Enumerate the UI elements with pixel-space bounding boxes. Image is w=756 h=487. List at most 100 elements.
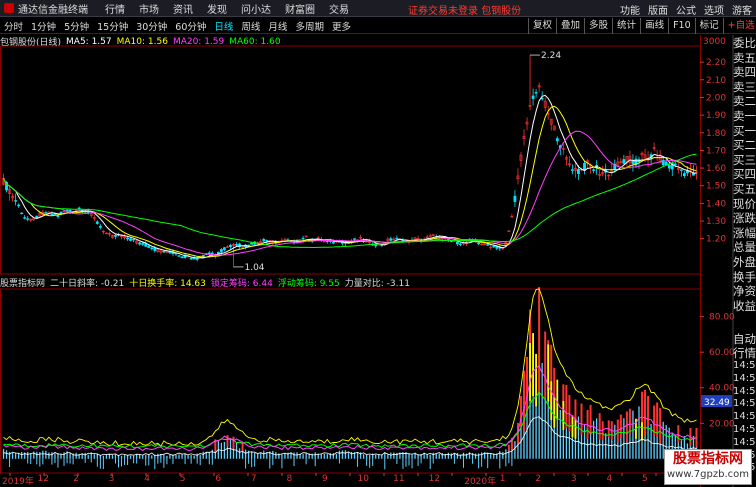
locked-line: [3, 364, 697, 452]
watermark-url: www.7gpzb.com: [667, 469, 749, 480]
candle-body: [331, 242, 335, 244]
candle-body: [141, 243, 145, 245]
candle-body: [682, 173, 686, 177]
candle-body: [456, 241, 459, 245]
ind-tick-3: 60.00: [709, 348, 735, 358]
quote-label-0: 委比: [733, 36, 756, 50]
x-label-3: 3: [108, 474, 115, 484]
candle-body: [679, 169, 683, 171]
candle-body: [219, 249, 223, 253]
x-label-5: 5: [179, 474, 186, 484]
tick-time-6: 14:56: [733, 411, 756, 423]
ind-tick-1: 20.00: [709, 419, 735, 429]
tick-time-3: 14:56: [733, 372, 756, 384]
candle-body: [195, 258, 199, 260]
quote-label-18: 收益: [733, 298, 756, 313]
quote-label-17: 净资: [733, 284, 756, 299]
ind-tick-4: 80.00: [709, 313, 735, 323]
candle-body: [95, 221, 99, 224]
x-label-18: 5: [642, 474, 648, 484]
quote-label-15: 外盘: [733, 254, 756, 269]
candle-body: [150, 247, 154, 250]
price-tick-7: 1.90: [706, 111, 726, 121]
candle-body: [395, 237, 399, 240]
candle-body: [162, 250, 166, 253]
candle-body: [189, 257, 193, 260]
candle-body: [147, 245, 151, 248]
chart-canvas[interactable]: 3000 1.20 1.30 1.40 1.50 1.60 1.70 1.80 1.90 2.00…: [0, 0, 756, 487]
x-label-1: 12: [37, 474, 49, 484]
x-label-8: 8: [286, 474, 293, 484]
candle-body: [577, 168, 580, 175]
price-tick-9: 2.10: [706, 76, 726, 86]
candle-body: [486, 244, 490, 246]
candle-body: [250, 242, 254, 245]
candle-body: [59, 211, 63, 214]
candle-body: [180, 256, 184, 258]
candle-body: [17, 204, 21, 207]
quote-label-5: 卖一: [733, 108, 756, 123]
candle-body: [380, 244, 384, 247]
candle-body: [210, 252, 214, 255]
candle-body: [56, 215, 60, 218]
x-label-2: 2: [73, 474, 79, 484]
price-tick-4: 1.60: [706, 164, 726, 174]
candle-body: [26, 218, 30, 220]
price-tick-6: 1.80: [706, 129, 726, 139]
x-label-9: 9: [322, 474, 328, 484]
candle-body: [20, 212, 24, 215]
ind-tick-2: 40.00: [709, 384, 735, 394]
candle-body: [583, 162, 586, 171]
price-tick-3: 1.50: [706, 182, 726, 192]
candle-body: [477, 242, 481, 245]
ma20-line: [3, 130, 697, 256]
candle-body: [35, 215, 39, 218]
quote-label-4: 卖二: [733, 94, 756, 109]
quote-label-16: 换手: [733, 269, 756, 284]
indicator-readout: 32.49: [704, 398, 730, 408]
candle-body: [144, 243, 148, 247]
x-label-4: 4: [144, 474, 150, 484]
annotation-label-1: 1.04: [244, 263, 264, 273]
candle-body: [44, 212, 48, 214]
price-tick-2: 1.40: [706, 199, 726, 209]
candle-body: [534, 92, 538, 94]
candle-body: [571, 169, 574, 171]
candle-body: [98, 225, 102, 228]
x-label-13: 2020年: [464, 477, 497, 487]
quote-panel-top: 委比 卖五 卖四 卖三 卖二 卖一 买一 买二 买三 买四 买五 现价 涨跌 涨幅 总量 外盘 换手 净资 收益: [733, 36, 756, 313]
x-label-15: 2: [535, 474, 542, 484]
x-label-6: 6: [215, 474, 222, 484]
price-tick-8: 2.00: [706, 93, 726, 103]
tick-time-5: 14:56: [733, 398, 756, 410]
x-label-7: 7: [250, 474, 257, 484]
candle-body: [449, 240, 453, 242]
quote-label-1: 卖五: [733, 50, 756, 65]
ma10-line: [3, 105, 697, 258]
price-tick-0: 1.20: [706, 235, 726, 245]
x-label-0: 2019年: [2, 477, 34, 487]
quote-label-12: 涨跌: [733, 211, 756, 226]
quote-label-6: 买一: [733, 123, 756, 138]
candle-body: [513, 195, 517, 202]
candle-body: [631, 160, 635, 165]
x-label-17: 4: [606, 474, 613, 484]
candle-body: [353, 238, 356, 240]
quote-label-14: 总量: [733, 240, 756, 255]
candle-body: [664, 161, 668, 166]
tick-time-2: 14:56: [733, 360, 756, 371]
candle-body: [126, 237, 129, 240]
candles: [2, 55, 698, 267]
candle-body: [459, 243, 462, 245]
price-tick-1: 1.30: [706, 217, 726, 227]
x-label-10: 10: [357, 474, 369, 484]
quote-label-11: 现价: [733, 196, 756, 211]
candle-body: [23, 217, 27, 219]
candle-body: [223, 247, 226, 250]
x-label-12: 12: [428, 474, 441, 484]
tick-time-7: 14:56: [733, 423, 756, 435]
candle-body: [667, 164, 671, 169]
turnover-line: [3, 288, 697, 447]
quote-label-8: 买三: [733, 152, 756, 167]
candle-body: [673, 163, 677, 166]
